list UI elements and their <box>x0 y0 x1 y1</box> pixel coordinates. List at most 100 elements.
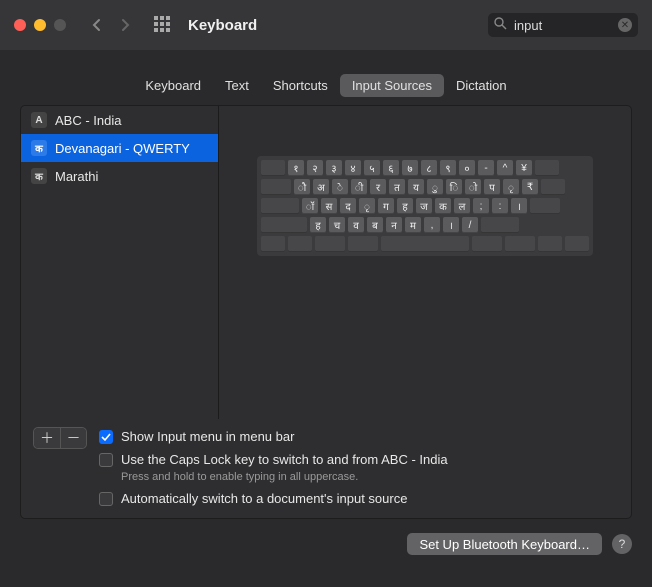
search-field[interactable]: ✕ <box>488 13 638 37</box>
caps-lock-checkbox[interactable] <box>99 453 113 467</box>
modifier-key <box>481 217 519 233</box>
key: ग <box>378 198 394 214</box>
window-title: Keyboard <box>188 17 478 34</box>
key: ी <box>351 179 367 195</box>
key: ृ <box>359 198 375 214</box>
minimize-window-button[interactable] <box>34 19 46 31</box>
source-label: Devanagari - QWERTY <box>55 141 190 156</box>
key: ब <box>367 217 383 233</box>
modifier-key <box>530 198 560 214</box>
titlebar: Keyboard ✕ <box>0 0 652 50</box>
modifier-key <box>381 236 469 252</box>
source-label: ABC - India <box>55 113 121 128</box>
source-icon: A <box>31 112 47 128</box>
key: ३ <box>326 160 342 176</box>
input-sources-panel: A ABC - India क Devanagari - QWERTY क Marathi… <box>20 105 632 519</box>
tab-dictation[interactable]: Dictation <box>444 74 519 97</box>
window-controls <box>14 19 66 31</box>
key: ॉ <box>302 198 318 214</box>
show-all-icon[interactable] <box>154 16 172 34</box>
auto-switch-checkbox[interactable] <box>99 492 113 506</box>
close-window-button[interactable] <box>14 19 26 31</box>
source-label: Marathi <box>55 169 98 184</box>
key: ¥ <box>516 160 532 176</box>
key: अ <box>313 179 329 195</box>
add-source-button[interactable]: ＋ <box>34 428 60 448</box>
source-icon: क <box>31 168 47 184</box>
key: े <box>332 179 348 195</box>
options-group: Show Input menu in menu bar Use the Caps… <box>99 427 619 506</box>
modifier-key <box>472 236 502 252</box>
key: ६ <box>383 160 399 176</box>
modifier-key <box>348 236 378 252</box>
key: । <box>511 198 527 214</box>
keyboard-layout: १२३४५६७८९०-^¥ौअेीरतयुिोपृ₹ॉसदृगहजकल;:।हच… <box>257 156 593 256</box>
key: द <box>340 198 356 214</box>
key: : <box>492 198 508 214</box>
tab-input-sources[interactable]: Input Sources <box>340 74 444 97</box>
key: न <box>386 217 402 233</box>
key: ८ <box>421 160 437 176</box>
clear-search-button[interactable]: ✕ <box>618 18 632 32</box>
key: ो <box>465 179 481 195</box>
modifier-key <box>261 217 307 233</box>
tab-bar: KeyboardTextShortcutsInput SourcesDictat… <box>0 74 652 97</box>
modifier-key <box>261 179 291 195</box>
modifier-key <box>261 198 299 214</box>
key: व <box>348 217 364 233</box>
source-item[interactable]: क Marathi <box>21 162 218 190</box>
help-button[interactable]: ? <box>612 534 632 554</box>
source-item[interactable]: A ABC - India <box>21 106 218 134</box>
auto-switch-label: Automatically switch to a document's inp… <box>121 491 407 506</box>
back-button[interactable] <box>86 14 108 36</box>
key: ौ <box>294 179 310 195</box>
modifier-key <box>565 236 589 252</box>
key: य <box>408 179 424 195</box>
source-icon: क <box>31 140 47 156</box>
key: ^ <box>497 160 513 176</box>
keyboard-preview: १२३४५६७८९०-^¥ौअेीरतयुिोपृ₹ॉसदृगहजकल;:।हच… <box>219 106 631 419</box>
key: / <box>462 217 478 233</box>
source-item[interactable]: क Devanagari - QWERTY <box>21 134 218 162</box>
key: ृ <box>503 179 519 195</box>
modifier-key <box>505 236 535 252</box>
modifier-key <box>261 236 285 252</box>
key: ह <box>310 217 326 233</box>
key: । <box>443 217 459 233</box>
key: २ <box>307 160 323 176</box>
key: ल <box>454 198 470 214</box>
key: स <box>321 198 337 214</box>
nav-buttons <box>86 14 136 36</box>
key: ५ <box>364 160 380 176</box>
key: ७ <box>402 160 418 176</box>
modifier-key <box>288 236 312 252</box>
key: त <box>389 179 405 195</box>
add-remove-group: ＋ － <box>33 427 87 449</box>
zoom-window-button[interactable] <box>54 19 66 31</box>
key: ज <box>416 198 432 214</box>
caps-lock-label: Use the Caps Lock key to switch to and f… <box>121 452 448 467</box>
tab-shortcuts[interactable]: Shortcuts <box>261 74 340 97</box>
key: - <box>478 160 494 176</box>
input-sources-list: A ABC - India क Devanagari - QWERTY क Marathi <box>21 106 219 419</box>
tab-keyboard[interactable]: Keyboard <box>133 74 213 97</box>
modifier-key <box>315 236 345 252</box>
key: क <box>435 198 451 214</box>
key: ह <box>397 198 413 214</box>
search-input[interactable] <box>488 13 638 37</box>
key: , <box>424 217 440 233</box>
show-menu-checkbox[interactable] <box>99 430 113 444</box>
remove-source-button[interactable]: － <box>60 428 86 448</box>
key: ; <box>473 198 489 214</box>
bluetooth-keyboard-button[interactable]: Set Up Bluetooth Keyboard… <box>407 533 602 555</box>
modifier-key <box>261 160 285 176</box>
key: १ <box>288 160 304 176</box>
search-icon <box>494 17 507 33</box>
key: ९ <box>440 160 456 176</box>
show-menu-label: Show Input menu in menu bar <box>121 429 294 444</box>
tab-text[interactable]: Text <box>213 74 261 97</box>
key: ₹ <box>522 179 538 195</box>
forward-button[interactable] <box>114 14 136 36</box>
modifier-key <box>535 160 559 176</box>
caps-lock-help: Press and hold to enable typing in all u… <box>121 471 619 483</box>
